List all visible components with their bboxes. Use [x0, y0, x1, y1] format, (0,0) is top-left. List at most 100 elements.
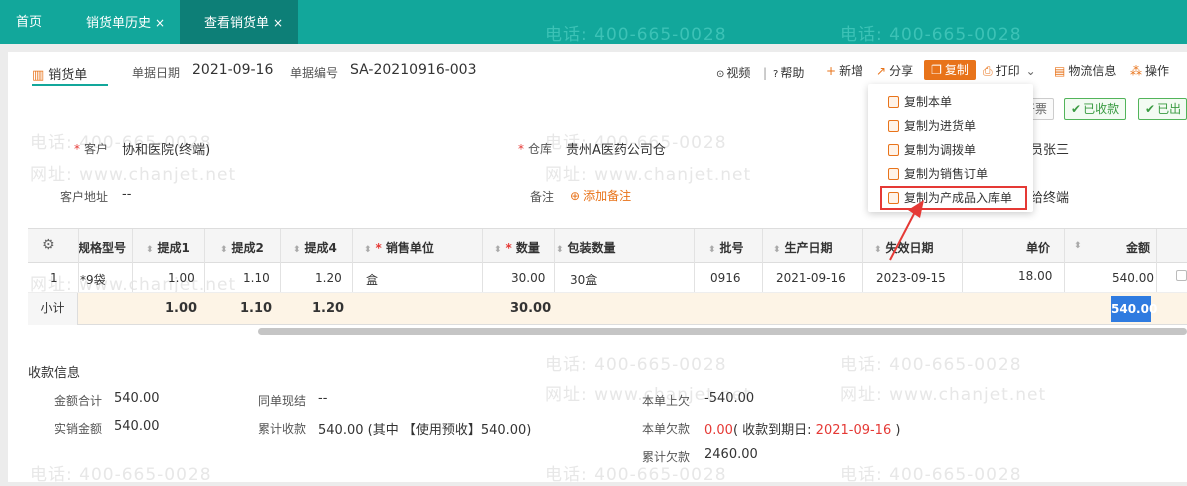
- customer-value[interactable]: 协和医院(终端): [122, 139, 210, 158]
- sort-icon: ⬍: [556, 245, 564, 255]
- cell-amount[interactable]: 540.00: [1112, 271, 1154, 285]
- received-badge: ✔ 已收款: [1064, 98, 1127, 120]
- settings-icon[interactable]: ⚙: [42, 237, 55, 253]
- col-label: 金额: [1126, 241, 1151, 255]
- cell-batch[interactable]: 0916: [710, 271, 741, 285]
- top-tab-bar: 首页 销货单历史 × 查看销货单 ×: [0, 0, 1187, 44]
- grid-header: ⚙ 规格型号 ⬍ 提成1 ⬍ 提成2 ⬍ 提成4 ⬍ * 销售单位 ⬍ * 数量 ⬍ 包装数量 …: [28, 229, 1187, 263]
- doc-type-underline: [32, 84, 108, 86]
- table-row[interactable]: 1 *9袋 1.00 1.10 1.20 盒 30.00 30盒 0916 20…: [28, 263, 1187, 293]
- copy-icon: ❐: [931, 63, 942, 77]
- menu-item-copy-this[interactable]: 复制本单: [888, 92, 952, 112]
- cum-owe-label: 累计欠款: [642, 450, 691, 464]
- tab-label: 销货单历史: [86, 16, 152, 31]
- cell-qty[interactable]: 30.00: [511, 271, 545, 285]
- actual-label: 实销金额: [54, 422, 103, 436]
- check-icon: ✔: [1145, 102, 1156, 116]
- warehouse-value[interactable]: 贵州A医药公司仓: [566, 139, 666, 158]
- cell-c1[interactable]: 1.00: [168, 271, 195, 285]
- menu-item-copy-to-purchase[interactable]: 复制为进货单: [888, 116, 976, 136]
- document-icon: [888, 144, 899, 156]
- col-label: 生产日期: [784, 241, 833, 255]
- received-label: 已收款: [1083, 102, 1120, 116]
- actual-value: 540.00: [114, 419, 160, 434]
- col-label: 单价: [1026, 241, 1051, 255]
- col-pack[interactable]: ⬍ 包装数量: [556, 239, 616, 256]
- menu-item-label: 复制为调拨单: [904, 143, 977, 157]
- cell-c4[interactable]: 1.20: [315, 271, 342, 285]
- doc-type-label: 销货单: [48, 68, 88, 83]
- required-mark: *: [505, 241, 512, 255]
- doc-type: ▥ 销货单: [32, 64, 87, 83]
- document-icon: [888, 168, 899, 180]
- cell-prod-date[interactable]: 2021-09-16: [776, 271, 846, 285]
- menu-item-label: 复制为进货单: [904, 119, 977, 133]
- sort-icon: ⬍: [773, 245, 781, 255]
- owe-close: ): [891, 423, 901, 438]
- tab-sales-history[interactable]: 销货单历史 ×: [86, 0, 165, 44]
- col-price[interactable]: 单价: [1026, 239, 1050, 256]
- customer-label-text: 客户: [84, 142, 109, 156]
- tab-view-sales-order[interactable]: 查看销货单 ×: [180, 0, 298, 44]
- subtotal-amount: 540.00: [1111, 296, 1157, 322]
- print-label: 打印: [995, 64, 1020, 78]
- col-prod-date[interactable]: ⬍ 生产日期: [773, 239, 833, 256]
- col-qty[interactable]: ⬍ * 数量: [494, 239, 540, 256]
- col-amount[interactable]: 金额: [1126, 239, 1150, 256]
- play-icon: ⊙: [716, 69, 725, 80]
- close-icon[interactable]: ×: [155, 16, 165, 30]
- col-spec[interactable]: 规格型号: [78, 239, 126, 256]
- address-value: --: [122, 187, 132, 202]
- logistics-button[interactable]: ▤ 物流信息: [1054, 62, 1116, 80]
- subtotal-row: 小计 1.00 1.10 1.20 30.00: [28, 293, 1187, 325]
- cell-spec[interactable]: *9袋: [80, 271, 106, 288]
- col-batch[interactable]: ⬍ 批号: [708, 239, 744, 256]
- close-icon[interactable]: ×: [273, 16, 283, 30]
- shipped-label: 已出: [1157, 102, 1182, 116]
- required-mark: *: [518, 142, 524, 156]
- copy-button[interactable]: ❐ 复制: [924, 60, 976, 80]
- menu-item-copy-to-sales-order[interactable]: 复制为销售订单: [888, 164, 988, 184]
- sort-icon: ⬍: [708, 245, 716, 255]
- share-button[interactable]: ↗ 分享: [876, 62, 913, 80]
- col-c2[interactable]: ⬍ 提成2: [220, 239, 264, 256]
- menu-item-label: 复制为销售订单: [904, 167, 989, 181]
- cell-c2[interactable]: 1.10: [243, 271, 270, 285]
- cum-owe-value: 2460.00: [704, 447, 758, 462]
- col-c1[interactable]: ⬍ 提成1: [146, 239, 190, 256]
- horizontal-scrollbar[interactable]: [258, 328, 1187, 335]
- col-label: 批号: [719, 241, 744, 255]
- owe-value: 0.00: [704, 423, 733, 438]
- truck-icon: ▤: [1054, 64, 1066, 78]
- cell-pack[interactable]: 30盒: [570, 271, 597, 288]
- cell-unit[interactable]: 盒: [366, 271, 378, 288]
- menu-item-copy-to-transfer[interactable]: 复制为调拨单: [888, 140, 976, 160]
- video-button[interactable]: ⊙ 视频: [716, 64, 750, 82]
- tab-home[interactable]: 首页: [16, 0, 42, 44]
- number-value: SA-20210916-003: [350, 62, 477, 78]
- col-unit[interactable]: ⬍ * 销售单位: [364, 239, 434, 256]
- print-button[interactable]: ⎙ 打印 ⌄: [983, 62, 1036, 80]
- logistics-label: 物流信息: [1068, 64, 1117, 78]
- cell-exp-date[interactable]: 2023-09-15: [876, 271, 946, 285]
- subtotal-c2: 1.10: [240, 301, 273, 316]
- cell-price[interactable]: 18.00: [1018, 269, 1052, 283]
- add-label: 新增: [839, 64, 864, 78]
- shipped-badge: ✔ 已出: [1138, 98, 1187, 120]
- date-label: 单据日期: [132, 66, 181, 80]
- warehouse-label-text: 仓库: [528, 142, 553, 156]
- sort-icon: ⬍: [494, 245, 502, 255]
- add-button[interactable]: + 新增: [826, 62, 863, 80]
- sort-icon[interactable]: ⬍: [1074, 241, 1082, 251]
- add-remark-link[interactable]: ⊕ 添加备注: [570, 187, 631, 204]
- subtotal-c4: 1.20: [312, 301, 345, 316]
- sort-icon: ⬍: [220, 245, 228, 255]
- chevron-down-icon[interactable]: ⌄: [1026, 64, 1036, 78]
- total-label: 金额合计: [54, 394, 103, 408]
- row-checkbox[interactable]: [1176, 270, 1187, 281]
- help-button[interactable]: ? 帮助: [773, 64, 804, 82]
- operate-button[interactable]: ⁂ 操作: [1130, 62, 1169, 80]
- number-label: 单据编号: [290, 66, 339, 80]
- col-c4[interactable]: ⬍ 提成4: [293, 239, 337, 256]
- col-label: 提成2: [231, 241, 264, 255]
